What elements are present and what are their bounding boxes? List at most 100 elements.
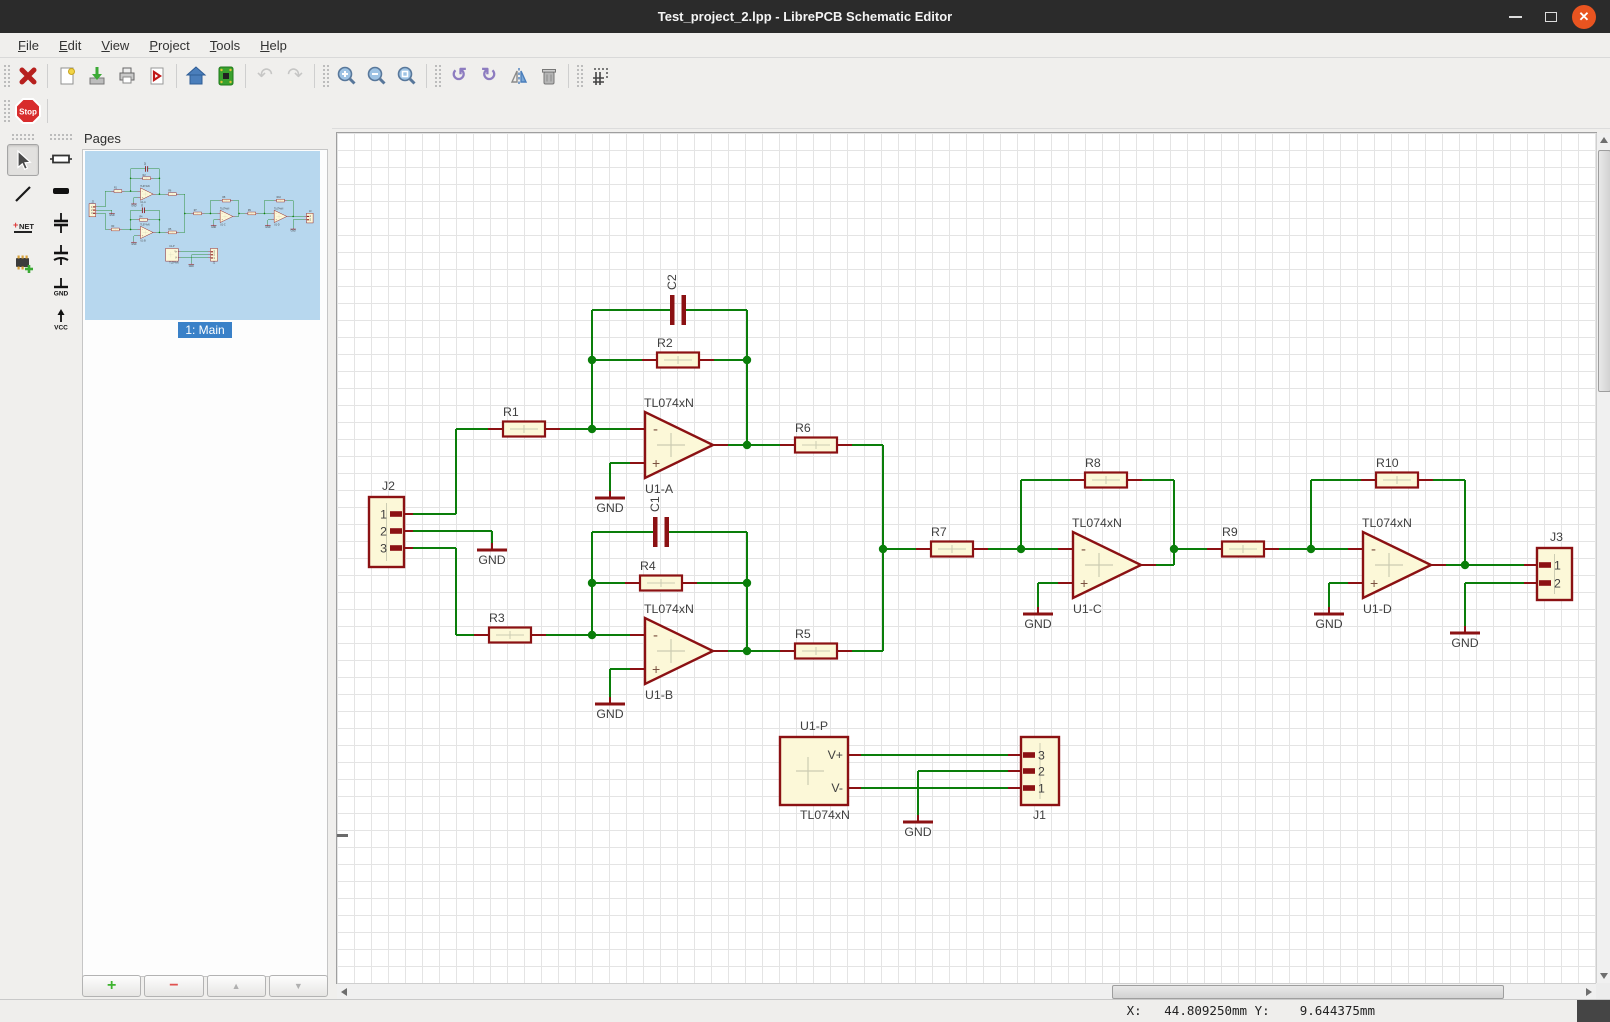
net-junction[interactable]: [743, 647, 751, 655]
stop-button[interactable]: Stop: [13, 96, 43, 126]
net-junction[interactable]: [743, 441, 751, 449]
tool-resistor[interactable]: [46, 144, 76, 174]
pages-list[interactable]: 1: Main: [82, 149, 328, 977]
remove-page-button[interactable]: −: [144, 975, 203, 997]
page-item-main[interactable]: 1: Main: [178, 322, 231, 338]
grid-settings-button[interactable]: [586, 61, 616, 91]
power-block-U1-P[interactable]: V+V-U1-PTL074xN: [780, 719, 850, 822]
close-button[interactable]: ✕: [1567, 0, 1601, 33]
toolbar-drag-handle[interactable]: [322, 64, 329, 88]
net-junction[interactable]: [588, 579, 596, 587]
mirror-button[interactable]: [504, 61, 534, 91]
schematic-canvas[interactable]: R1 R2 R3 R4 R5 R6 R7 R8 R9 R10 C2 C1-+TL074xNU1-A -+…: [337, 133, 1596, 983]
menu-view[interactable]: View: [91, 35, 139, 56]
scroll-left-arrow[interactable]: [341, 988, 347, 996]
scroll-right-arrow[interactable]: [1586, 988, 1592, 996]
vertical-scrollbar[interactable]: [1596, 133, 1610, 983]
menu-edit[interactable]: Edit: [49, 35, 91, 56]
vertical-scroll-thumb[interactable]: [1598, 150, 1610, 392]
maximize-button[interactable]: [1536, 0, 1566, 33]
save-button[interactable]: [82, 61, 112, 91]
toolbar-drag-handle[interactable]: [3, 99, 10, 123]
resistor-R1[interactable]: R1: [503, 405, 545, 437]
net-junction[interactable]: [1307, 545, 1315, 553]
gnd-symbol[interactable]: GND: [1023, 614, 1053, 631]
tool-resistor-filled[interactable]: [46, 176, 76, 206]
gnd-symbol[interactable]: GND: [595, 704, 625, 721]
connector-J1[interactable]: 321J1: [1021, 737, 1059, 822]
gnd-symbol[interactable]: GND: [903, 822, 933, 839]
toolbar-drag-handle[interactable]: [434, 64, 441, 88]
tool-draw-wire[interactable]: [7, 178, 39, 210]
zoom-out-button[interactable]: [362, 61, 392, 91]
rotate-ccw-button[interactable]: ↺: [444, 61, 474, 91]
tool-gnd[interactable]: GND: [46, 272, 76, 302]
menu-help[interactable]: Help: [250, 35, 297, 56]
page-thumbnail[interactable]: [85, 151, 320, 320]
capacitor-C1[interactable]: C1: [648, 496, 669, 547]
tool-capacitor[interactable]: [46, 208, 76, 238]
net-junction[interactable]: [1017, 545, 1025, 553]
resistor-R4[interactable]: R4: [640, 559, 682, 591]
move-page-up-button[interactable]: ▲: [207, 975, 266, 997]
net-junction[interactable]: [588, 356, 596, 364]
net-junction[interactable]: [1170, 545, 1178, 553]
board-editor-button[interactable]: [211, 61, 241, 91]
horizontal-scroll-thumb[interactable]: [1112, 985, 1504, 999]
capacitor-C2[interactable]: C2: [665, 274, 686, 325]
net-junction[interactable]: [1461, 561, 1469, 569]
tool-vcc[interactable]: VCC: [46, 304, 76, 334]
gnd-symbol[interactable]: GND: [595, 498, 625, 515]
menu-tools[interactable]: Tools: [200, 35, 250, 56]
resistor-R6[interactable]: R6: [795, 421, 837, 453]
resistor-R7[interactable]: R7: [931, 525, 973, 557]
delete-button[interactable]: [534, 61, 564, 91]
scroll-up-arrow[interactable]: [1600, 137, 1608, 143]
resistor-R3[interactable]: R3: [489, 611, 531, 643]
resistor-R10[interactable]: R10: [1376, 456, 1418, 488]
close-project-button[interactable]: [13, 61, 43, 91]
toolbar-drag-handle[interactable]: [11, 133, 35, 140]
net-junction[interactable]: [743, 579, 751, 587]
net-junction[interactable]: [588, 631, 596, 639]
resistor-R8[interactable]: R8: [1085, 456, 1127, 488]
net-junction[interactable]: [588, 425, 596, 433]
gnd-symbol[interactable]: GND: [477, 550, 507, 567]
connector-J3[interactable]: 12J3: [1537, 530, 1572, 600]
toolbar-drag-handle[interactable]: [3, 64, 10, 88]
opamp-U1-B[interactable]: -+TL074xNU1-B: [644, 602, 713, 702]
opamp-U1-D[interactable]: -+TL074xNU1-D: [1362, 516, 1431, 616]
toolbar-drag-handle[interactable]: [576, 64, 583, 88]
menu-project[interactable]: Project: [139, 35, 199, 56]
tool-select[interactable]: [7, 144, 39, 176]
net-junction[interactable]: [879, 545, 887, 553]
zoom-all-button[interactable]: [392, 61, 422, 91]
tool-add-net-label[interactable]: NET+: [7, 212, 39, 244]
connector-J2[interactable]: 123J2: [369, 479, 404, 567]
toolbar-drag-handle[interactable]: [49, 133, 73, 140]
gnd-symbol[interactable]: GND: [1450, 633, 1480, 650]
undo-button[interactable]: ↶: [250, 61, 280, 91]
scroll-down-arrow[interactable]: [1600, 973, 1608, 979]
tool-capacitor-polarized[interactable]: [46, 240, 76, 270]
resistor-R2[interactable]: R2: [657, 336, 699, 368]
tool-add-component[interactable]: [7, 246, 39, 278]
zoom-in-button[interactable]: [332, 61, 362, 91]
gnd-symbol[interactable]: GND: [1314, 614, 1344, 631]
menu-file[interactable]: File: [8, 35, 49, 56]
rotate-cw-button[interactable]: ↻: [474, 61, 504, 91]
minimize-button[interactable]: [1500, 0, 1530, 33]
redo-button[interactable]: ↷: [280, 61, 310, 91]
export-pdf-button[interactable]: [142, 61, 172, 91]
opamp-U1-A[interactable]: -+TL074xNU1-A: [644, 396, 713, 496]
new-sheet-button[interactable]: [52, 61, 82, 91]
resistor-R9[interactable]: R9: [1222, 525, 1264, 557]
opamp-U1-C[interactable]: -+TL074xNU1-C: [1072, 516, 1141, 616]
resistor-R5[interactable]: R5: [795, 627, 837, 659]
control-panel-button[interactable]: [181, 61, 211, 91]
move-page-down-button[interactable]: ▼: [269, 975, 328, 997]
horizontal-scrollbar[interactable]: [337, 983, 1596, 999]
add-page-button[interactable]: +: [82, 975, 141, 997]
print-button[interactable]: [112, 61, 142, 91]
net-junction[interactable]: [743, 356, 751, 364]
